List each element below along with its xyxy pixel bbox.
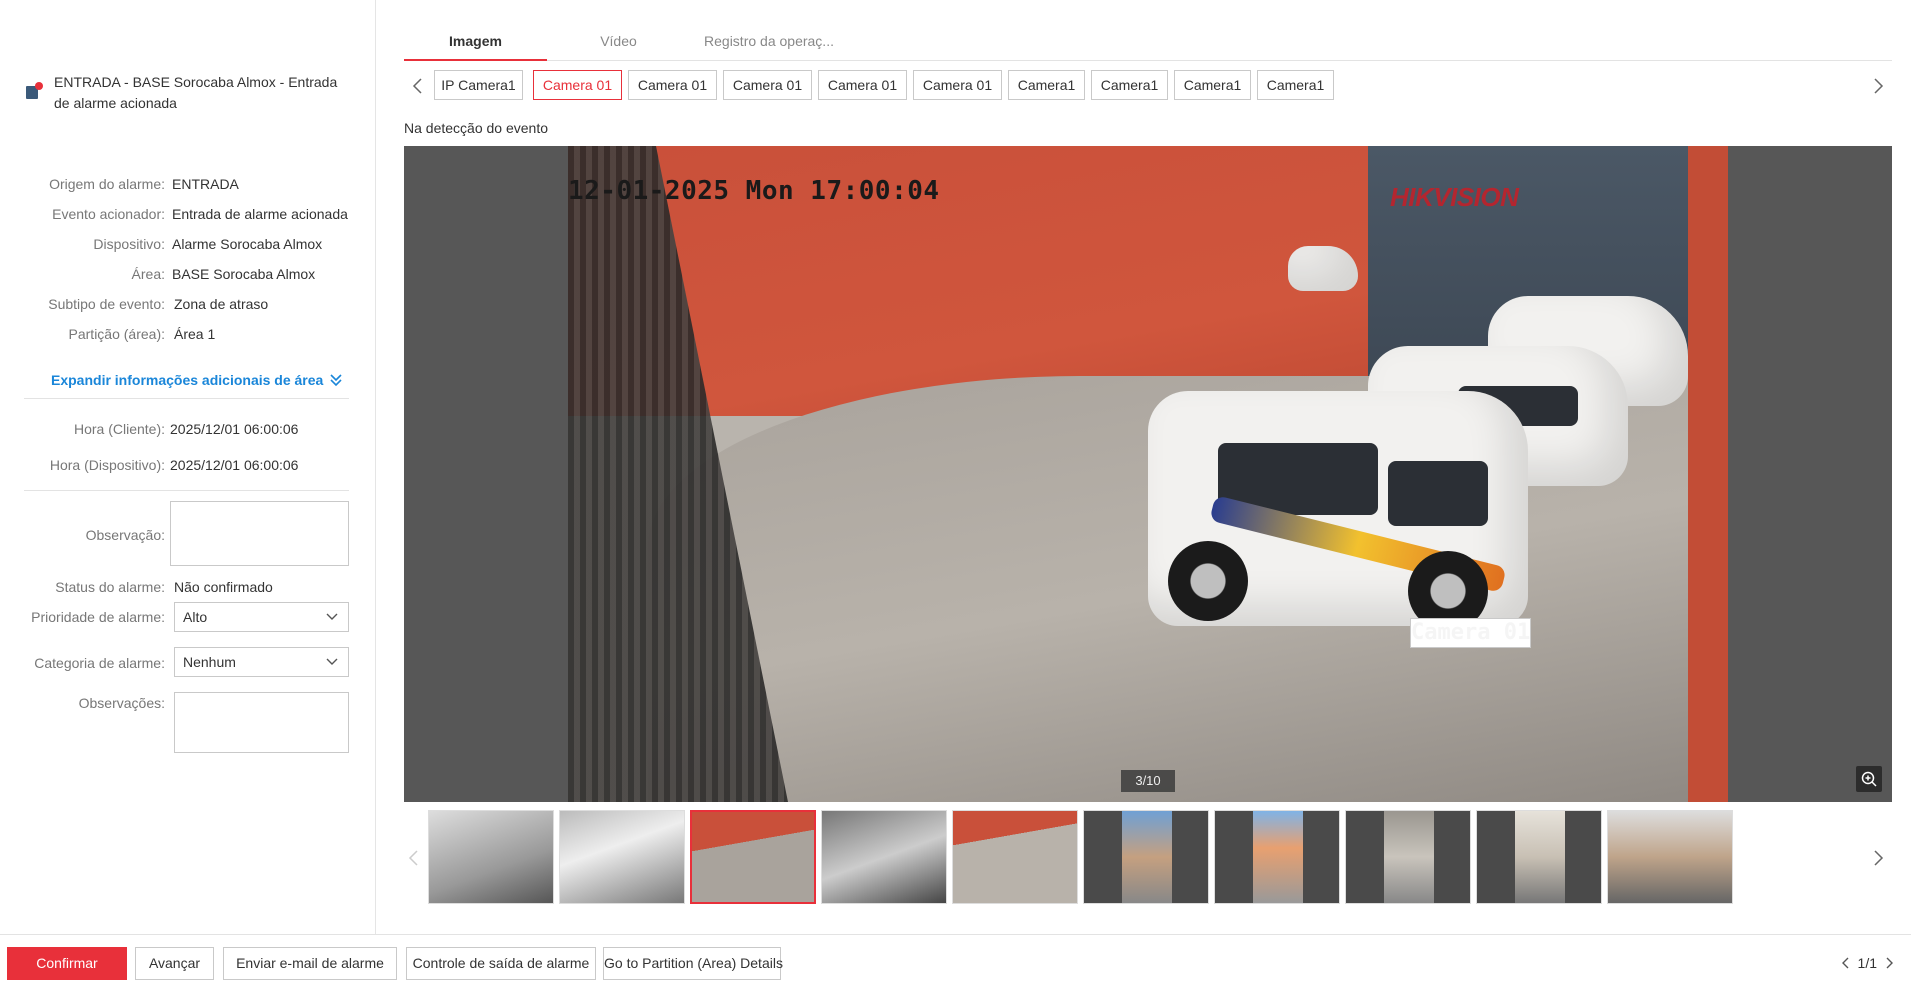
alarm-status-value: Não confirmado (174, 579, 273, 595)
image-counter: 3/10 (1121, 770, 1175, 792)
chevron-right-icon[interactable] (1883, 956, 1895, 970)
snapshot-car-window (1388, 461, 1488, 526)
detail-label: Subtipo de evento: (48, 296, 165, 312)
chevron-right-icon (1874, 850, 1884, 866)
thumbnail[interactable] (1345, 810, 1471, 904)
thumbnail[interactable] (1214, 810, 1340, 904)
detail-label: Partição (área): (68, 326, 165, 342)
send-email-button[interactable]: Enviar e-mail de alarme (223, 947, 397, 980)
action-bar: Confirmar Avançar Enviar e-mail de alarm… (0, 934, 1911, 986)
camera-tab[interactable]: Camera1 (1008, 70, 1085, 100)
partition-details-button[interactable]: Go to Partition (Area) Details (603, 947, 783, 980)
zoom-in-icon (1861, 771, 1877, 787)
confirm-button[interactable]: Confirmar (7, 947, 127, 980)
double-chevron-down-icon (330, 374, 342, 387)
detail-value: Zona de atraso (174, 296, 269, 312)
chevron-right-icon (1874, 78, 1884, 94)
alarm-detail-window: ENTRADA - BASE Sorocaba Almox - Entrada … (0, 0, 1911, 986)
category-selected-value: Nenhum (183, 654, 236, 670)
event-caption: Na detecção do evento (404, 120, 548, 136)
camera-snapshot: 12-01-2025 Mon 17:00:04 HIKVISION Camera… (568, 146, 1728, 802)
snapshot-car-main (1148, 391, 1528, 631)
snapshot-osd-datetime: 12-01-2025 Mon 17:00:04 (568, 176, 940, 206)
detail-label: Dispositivo: (93, 236, 165, 252)
alarm-status-label: Status do alarme: (55, 579, 165, 595)
time-value: 2025/12/01 06:00:06 (170, 457, 299, 473)
priority-select[interactable]: Alto (174, 602, 349, 632)
thumbnail-active[interactable] (690, 810, 816, 904)
thumbnail-prev-button[interactable] (404, 848, 424, 868)
camera-prev-button[interactable] (408, 76, 428, 96)
expand-area-info-link[interactable]: Expandir informações adicionais de área (51, 372, 343, 388)
detail-value: BASE Sorocaba Almox (172, 266, 316, 282)
chevron-left-icon (412, 78, 422, 94)
alarm-title: ENTRADA - BASE Sorocaba Almox - Entrada … (54, 74, 338, 111)
camera-tab[interactable]: Camera 01 (723, 70, 812, 100)
detail-value: Entrada de alarme acionada (172, 206, 348, 222)
camera-next-button[interactable] (1868, 76, 1888, 96)
camera-selector: IP Camera1 Camera 01 Camera 01 Camera 01… (404, 70, 1892, 102)
camera-tab[interactable]: IP Camera1 (434, 70, 523, 100)
snapshot-right-wall (1688, 146, 1728, 802)
detail-value: Área 1 (174, 326, 216, 342)
snapshot-car (1288, 246, 1358, 291)
observation-input[interactable] (170, 501, 349, 566)
expand-area-info-label: Expandir informações adicionais de área (51, 372, 324, 388)
alarm-header: ENTRADA - BASE Sorocaba Almox - Entrada … (24, 72, 354, 114)
thumbnail-strip (404, 808, 1892, 908)
tab-video[interactable]: Vídeo (547, 24, 690, 61)
camera-tab[interactable]: Camera1 (1257, 70, 1334, 100)
observation-label: Observação: (85, 527, 165, 543)
pager: 1/1 (1840, 955, 1895, 971)
category-select[interactable]: Nenhum (174, 647, 349, 677)
thumbnail[interactable] (559, 810, 685, 904)
snapshot-brand-watermark: HIKVISION (1390, 182, 1519, 212)
content-tabs: Imagem Vídeo Registro da operaç... (404, 24, 1892, 61)
thumbnail[interactable] (821, 810, 947, 904)
thumbnail[interactable] (1607, 810, 1733, 904)
camera-tab[interactable]: Camera1 (1174, 70, 1251, 100)
zoom-in-button[interactable] (1856, 766, 1882, 792)
time-label: Hora (Cliente): (73, 421, 165, 437)
divider (24, 398, 349, 399)
chevron-left-icon (408, 850, 418, 866)
notes-label: Observações: (78, 695, 165, 711)
time-label: Hora (Dispositivo): (49, 457, 165, 473)
thumbnail[interactable] (428, 810, 554, 904)
thumbnail[interactable] (1083, 810, 1209, 904)
category-label: Categoria de alarme: (34, 655, 165, 671)
pager-label: 1/1 (1857, 955, 1877, 971)
detail-label: Evento acionador: (52, 206, 165, 222)
priority-label: Prioridade de alarme: (31, 609, 165, 625)
camera-tab[interactable]: Camera 01 (628, 70, 717, 100)
camera-tab-active[interactable]: Camera 01 (533, 70, 622, 100)
tab-image[interactable]: Imagem (404, 24, 547, 61)
divider (24, 490, 349, 491)
advance-button[interactable]: Avançar (135, 947, 214, 980)
camera-tab[interactable]: Camera1 (1091, 70, 1168, 100)
alarm-output-control-button[interactable]: Controle de saída de alarme (406, 947, 596, 980)
image-viewer: 12-01-2025 Mon 17:00:04 HIKVISION Camera… (404, 146, 1892, 802)
chevron-left-icon[interactable] (1840, 956, 1852, 970)
thumbnail[interactable] (1476, 810, 1602, 904)
camera-tab[interactable]: Camera 01 (913, 70, 1002, 100)
tab-operation-log[interactable]: Registro da operaç... (690, 24, 848, 61)
detail-value: ENTRADA (172, 176, 239, 192)
chevron-down-icon (326, 613, 338, 620)
camera-tab[interactable]: Camera 01 (818, 70, 907, 100)
thumbnail-next-button[interactable] (1868, 848, 1888, 868)
detail-value: Alarme Sorocaba Almox (172, 236, 323, 252)
thumbnail[interactable] (952, 810, 1078, 904)
alarm-input-icon (24, 82, 43, 100)
priority-selected-value: Alto (183, 609, 208, 625)
detail-label: Área: (131, 266, 165, 282)
time-value: 2025/12/01 06:00:06 (170, 421, 299, 437)
chevron-down-icon (326, 658, 338, 665)
alarm-info-panel: ENTRADA - BASE Sorocaba Almox - Entrada … (0, 0, 376, 934)
detail-label: Origem do alarme: (49, 176, 165, 192)
notes-input[interactable] (174, 692, 349, 753)
snapshot-car-wheel (1168, 541, 1248, 621)
snapshot-osd-camera: Camera 01 (1410, 618, 1532, 648)
